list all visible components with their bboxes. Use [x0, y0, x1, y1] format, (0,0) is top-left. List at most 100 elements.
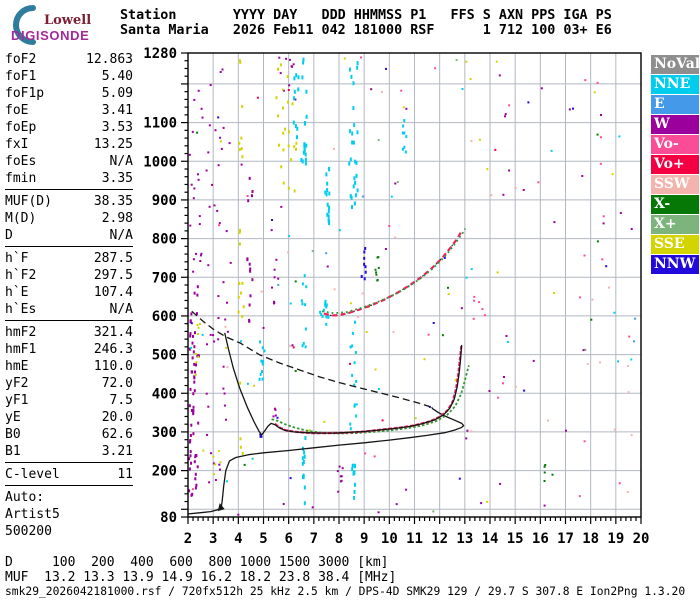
noise-dot	[225, 480, 228, 483]
noise-dot	[473, 295, 476, 298]
noise-dot	[432, 322, 435, 324]
noise-dot	[239, 437, 242, 441]
noise-dot	[193, 460, 196, 464]
noise-dot	[486, 500, 489, 503]
noise-dot	[618, 135, 621, 138]
noise-dot	[404, 150, 407, 154]
x-tick-label: 11	[406, 531, 423, 547]
legend-item-vo: Vo+	[651, 155, 699, 174]
noise-dot	[207, 405, 210, 408]
noise-dot	[353, 176, 356, 181]
noise-dot	[220, 147, 223, 150]
noise-dot	[394, 182, 397, 185]
noise-dot	[465, 437, 468, 440]
noise-dot	[349, 157, 352, 162]
noise-dot	[251, 190, 254, 193]
noise-dot	[377, 266, 380, 269]
noise-dot	[222, 126, 225, 129]
noise-dot	[481, 308, 484, 311]
noise-dot	[243, 463, 246, 466]
noise-dot	[508, 104, 511, 107]
noise-dot	[282, 106, 284, 110]
noise-dot	[384, 248, 387, 250]
noise-dot	[377, 388, 380, 390]
noise-dot	[237, 513, 240, 516]
noise-dot	[273, 407, 276, 410]
noise-dot	[251, 278, 254, 282]
noise-dot	[273, 276, 276, 279]
noise-dot	[224, 325, 227, 328]
noise-dot	[279, 72, 282, 75]
muf-row: MUF 13.2 13.3 13.9 14.9 16.2 18.2 23.8 3…	[5, 569, 397, 585]
x-tick-label: 13	[456, 531, 473, 547]
x-tick-label: 2	[184, 531, 192, 547]
noise-dot	[402, 124, 405, 128]
noise-dot	[591, 298, 594, 301]
noise-dot	[229, 261, 232, 264]
noise-dot	[190, 423, 193, 427]
noise-dot	[194, 477, 197, 481]
noise-dot	[304, 121, 307, 125]
noise-dot	[194, 373, 197, 376]
noise-dot	[308, 429, 311, 432]
noise-dot	[497, 396, 500, 399]
noise-dot	[219, 468, 221, 471]
noise-dot	[195, 483, 198, 487]
noise-dot	[275, 96, 278, 100]
noise-dot	[325, 322, 328, 326]
noise-dot	[238, 148, 241, 152]
noise-dot	[374, 368, 377, 371]
noise-dot	[354, 193, 357, 198]
noise-dot	[241, 452, 244, 455]
noise-dot	[348, 161, 351, 166]
noise-dot	[251, 457, 254, 460]
noise-dot	[218, 224, 221, 227]
noise-dot	[301, 456, 304, 461]
noise-dot	[277, 277, 280, 280]
noise-dot	[288, 130, 290, 134]
noise-dot	[504, 115, 506, 118]
noise-dot	[240, 163, 243, 166]
noise-dot	[220, 140, 222, 143]
noise-dot	[374, 268, 377, 271]
noise-dot	[190, 312, 193, 316]
noise-dot	[488, 390, 491, 392]
noise-dot	[196, 131, 199, 134]
noise-dot	[223, 404, 226, 407]
noise-dot	[543, 504, 546, 507]
noise-dot	[328, 205, 331, 210]
noise-dot	[192, 270, 195, 273]
noise-dot	[193, 345, 196, 349]
noise-dot	[261, 346, 264, 350]
noise-dot	[447, 293, 450, 296]
noise-dot	[353, 495, 356, 500]
noise-dot	[405, 135, 408, 139]
noise-dot	[278, 56, 281, 59]
noise-dot	[295, 73, 298, 78]
noise-dot	[193, 389, 196, 393]
noise-dot	[350, 74, 353, 79]
noise-dot	[287, 251, 290, 254]
noise-dot	[627, 365, 630, 367]
noise-dot	[285, 57, 288, 60]
noise-dot	[192, 197, 195, 200]
noise-dot	[241, 155, 244, 159]
noise-dot	[209, 333, 212, 336]
noise-dot	[381, 419, 384, 422]
noise-dot	[225, 230, 228, 233]
noise-dot	[465, 276, 468, 279]
noise-dot	[301, 75, 304, 80]
noise-dot	[193, 291, 196, 295]
legend-item-x: X+	[651, 215, 699, 234]
noise-dot	[189, 334, 192, 338]
noise-dot	[191, 492, 194, 496]
noise-dot	[217, 295, 220, 298]
noise-dot	[349, 345, 352, 349]
noise-dot	[460, 307, 463, 310]
noise-dot	[197, 173, 199, 176]
noise-dot	[596, 81, 599, 84]
noise-dot	[271, 286, 273, 289]
noise-dot	[297, 87, 300, 92]
noise-dot	[343, 57, 346, 60]
noise-dot	[586, 363, 589, 365]
